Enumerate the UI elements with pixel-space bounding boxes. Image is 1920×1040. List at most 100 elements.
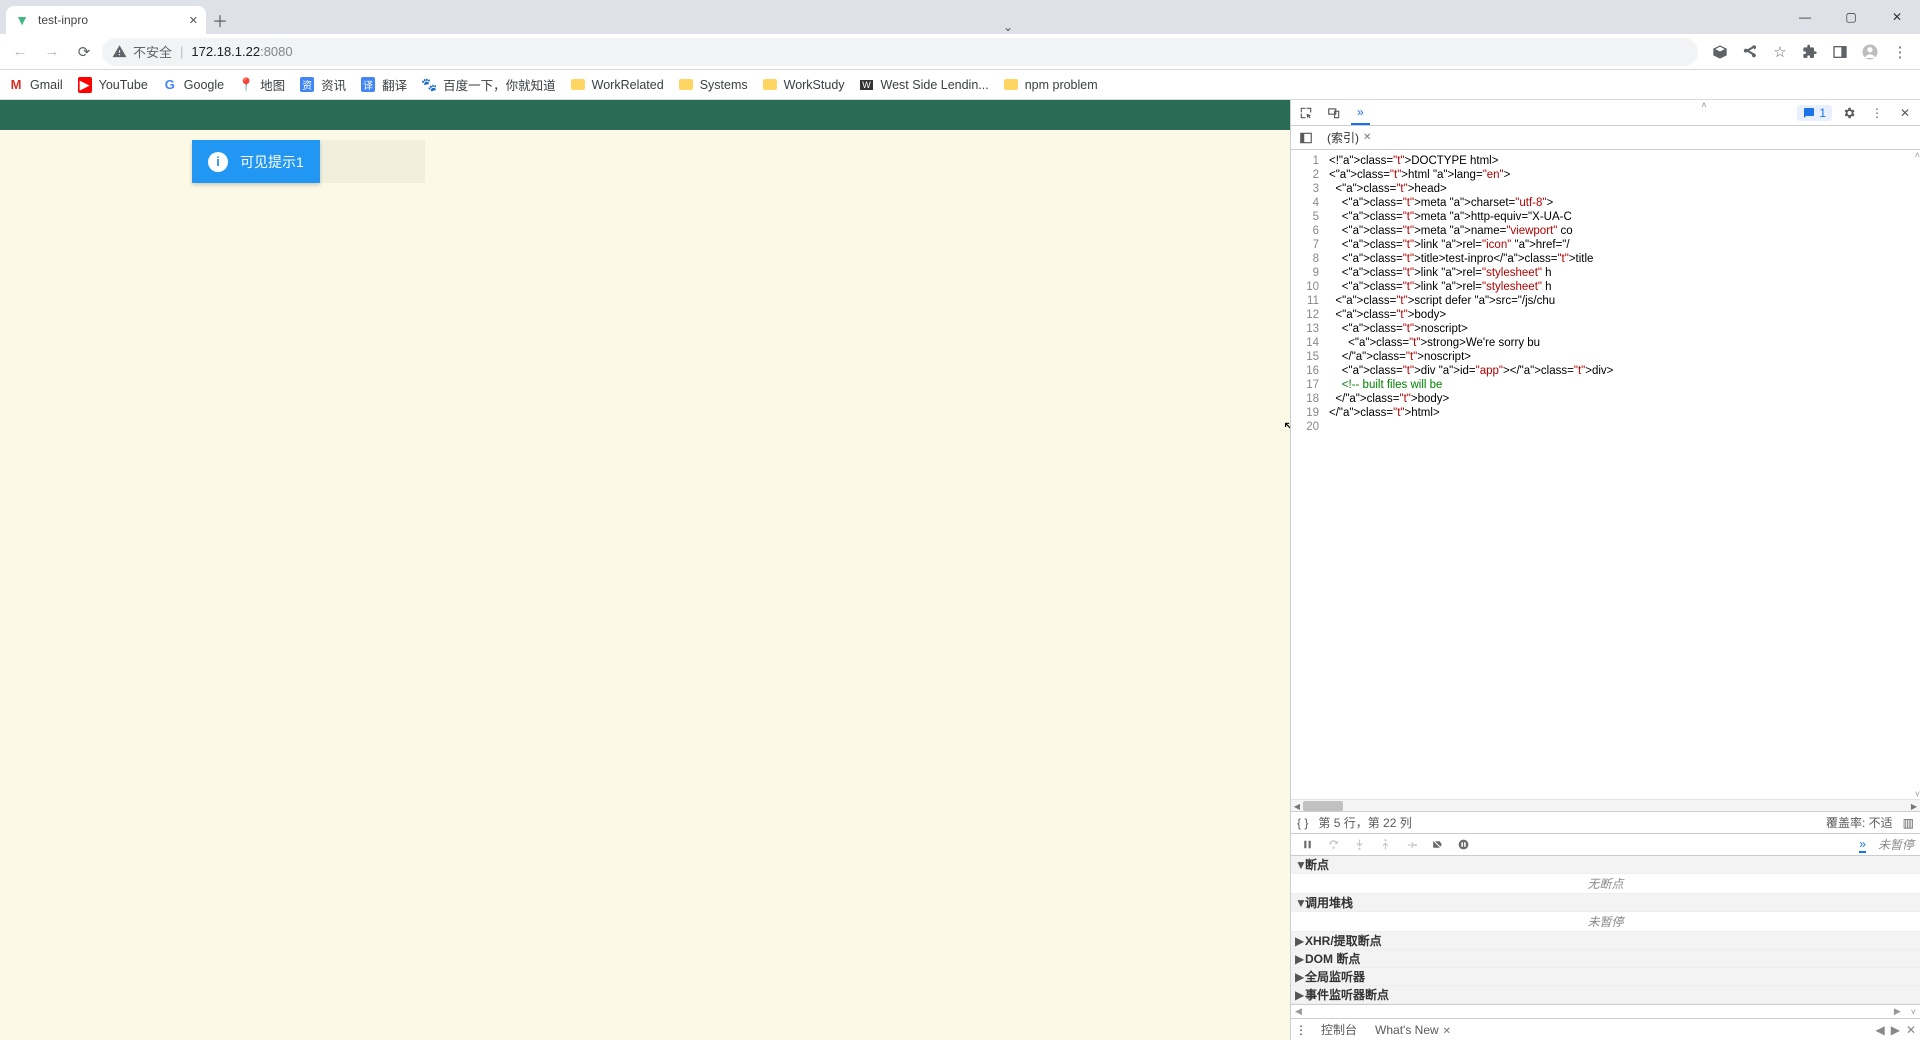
pane-global[interactable]: ▶全局监听器	[1291, 968, 1920, 986]
source-tab-index[interactable]: (索引) ✕	[1323, 127, 1375, 148]
bookmark-item[interactable]: 译翻译	[360, 75, 407, 94]
close-tab-icon[interactable]: ✕	[189, 14, 198, 27]
bookmark-item[interactable]: WWest Side Lendin...	[859, 77, 989, 93]
debugger-toolbar: » 未暂停	[1291, 833, 1920, 855]
translate-button[interactable]	[1706, 38, 1734, 66]
close-source-tab-icon[interactable]: ✕	[1363, 132, 1371, 143]
bookmark-item[interactable]: Systems	[678, 77, 748, 93]
reload-button[interactable]: ⟳	[70, 38, 98, 66]
info-alert[interactable]: i 可见提示1	[192, 140, 320, 183]
ws-icon: W	[859, 77, 875, 93]
navigator-toggle-button[interactable]	[1295, 127, 1317, 149]
coverage-toggle-icon[interactable]: ▥	[1903, 816, 1914, 830]
drawer-prev-icon[interactable]: ◀	[1875, 1023, 1884, 1037]
bookmark-label: 地图	[260, 75, 285, 94]
pane-callstack[interactable]: ▼调用堆栈	[1291, 894, 1920, 912]
bookmark-item[interactable]: npm problem	[1003, 77, 1098, 93]
page-content: i 可见提示1 ↖	[0, 100, 1290, 1040]
bookmark-star-button[interactable]: ☆	[1766, 38, 1794, 66]
editor-hscrollbar[interactable]: ◀ ▶	[1291, 799, 1920, 811]
devtools-menu-button[interactable]: ⋮	[1866, 102, 1888, 124]
drawer-tab-whatsnew[interactable]: What's New✕	[1371, 1023, 1455, 1037]
scrollbar-thumb[interactable]	[1303, 801, 1343, 811]
scroll-right-icon[interactable]: ▶	[1908, 800, 1920, 812]
profile-button[interactable]	[1856, 38, 1884, 66]
more-tabs-button[interactable]: »	[1351, 100, 1370, 125]
folder-icon	[678, 77, 694, 93]
tab-title: test-inpro	[38, 13, 181, 27]
triangle-down-icon: ▼	[1295, 896, 1305, 910]
inspect-element-button[interactable]	[1295, 102, 1317, 124]
extensions-button[interactable]	[1796, 38, 1824, 66]
drawer-next-icon[interactable]: ▶	[1891, 1023, 1900, 1037]
bookmark-item[interactable]: 🐾百度一下，你就知道	[421, 75, 556, 94]
devtools-settings-button[interactable]	[1838, 102, 1860, 124]
not-secure-badge[interactable]: 不安全	[112, 42, 172, 61]
bookmark-label: 资讯	[321, 75, 346, 94]
source-editor[interactable]: 1234567891011121314151617181920 <!"a">cl…	[1291, 150, 1920, 799]
browser-tab[interactable]: ▼ test-inpro ✕	[6, 6, 206, 34]
bookmark-label: WorkRelated	[592, 78, 664, 92]
close-drawer-tab-icon[interactable]: ✕	[1443, 1026, 1451, 1037]
scroll-down-icon[interactable]: ˅	[1911, 1007, 1916, 1017]
scroll-left-icon[interactable]: ◀	[1291, 800, 1303, 812]
omnibox[interactable]: 不安全 | 172.18.1.22:8080	[102, 38, 1698, 66]
source-tab-label: (索引)	[1327, 129, 1359, 146]
bookmark-item[interactable]: M Gmail	[8, 77, 63, 93]
pause-button[interactable]	[1297, 838, 1317, 851]
cursor-position: 第 5 行，第 22 列	[1318, 814, 1411, 831]
devtools-close-button[interactable]: ✕	[1894, 102, 1916, 124]
nav-back-button[interactable]: ←	[6, 38, 34, 66]
pane-breakpoints[interactable]: ▼断点	[1291, 856, 1920, 874]
bookmark-item[interactable]: GGoogle	[162, 77, 224, 93]
warning-icon	[112, 44, 127, 59]
step-over-button[interactable]	[1323, 838, 1343, 851]
step-out-button[interactable]	[1375, 838, 1395, 851]
gmail-icon: M	[8, 77, 24, 93]
bookmark-item[interactable]: ▶YouTube	[77, 77, 148, 93]
bookmark-label: WorkStudy	[784, 78, 845, 92]
devtools-drawer: ⋮ 控制台 What's New✕ ◀ ▶ ✕	[1291, 1018, 1920, 1040]
bookmark-item[interactable]: 📍地图	[238, 75, 285, 94]
alert-text: 可见提示1	[240, 152, 304, 172]
pretty-print-button[interactable]: { }	[1297, 816, 1308, 830]
debugger-status: 未暂停	[1878, 836, 1914, 853]
scroll-left-icon[interactable]: ◀	[1295, 1006, 1302, 1017]
side-panel-button[interactable]	[1826, 38, 1854, 66]
address-bar: ← → ⟳ 不安全 | 172.18.1.22:8080 ☆ ⋮	[0, 34, 1920, 70]
pane-xhr[interactable]: ▶XHR/提取断点	[1291, 932, 1920, 950]
bookmark-item[interactable]: WorkStudy	[762, 77, 845, 93]
device-toolbar-button[interactable]	[1323, 102, 1345, 124]
scroll-right-icon[interactable]: ▶	[1894, 1006, 1901, 1017]
bookmark-label: Google	[184, 78, 224, 92]
tab-search-button[interactable]: ⌄	[993, 20, 1023, 34]
debugger-more-button[interactable]: »	[1859, 837, 1866, 853]
source-code[interactable]: <!"a">class="t">DOCTYPE html><"a">class=…	[1325, 150, 1920, 799]
pause-exceptions-button[interactable]	[1453, 838, 1473, 851]
minimize-button[interactable]: ―	[1782, 0, 1828, 34]
pane-event[interactable]: ▶事件监听器断点	[1291, 986, 1920, 1004]
issues-badge[interactable]: 1	[1797, 105, 1832, 121]
chrome-menu-button[interactable]: ⋮	[1886, 38, 1914, 66]
share-button[interactable]	[1736, 38, 1764, 66]
triangle-right-icon: ▶	[1295, 970, 1305, 984]
bookmark-label: Gmail	[30, 78, 63, 92]
new-tab-button[interactable]: ＋	[206, 6, 234, 34]
deactivate-breakpoints-button[interactable]	[1427, 838, 1447, 851]
coverage-status: 覆盖率: 不适	[1826, 814, 1893, 831]
browser-tabstrip: ▼ test-inpro ✕ ＋ ⌄ ― ▢ ✕	[0, 0, 1920, 34]
issue-count: 1	[1819, 106, 1826, 120]
bookmark-label: 翻译	[382, 75, 407, 94]
drawer-menu-button[interactable]: ⋮	[1295, 1023, 1307, 1037]
step-into-button[interactable]	[1349, 838, 1369, 851]
pane-dom[interactable]: ▶DOM 断点	[1291, 950, 1920, 968]
close-window-button[interactable]: ✕	[1874, 0, 1920, 34]
bookmark-item[interactable]: WorkRelated	[570, 77, 664, 93]
bookmark-item[interactable]: 资资讯	[299, 75, 346, 94]
step-button[interactable]	[1401, 838, 1421, 851]
drawer-close-icon[interactable]: ✕	[1906, 1023, 1916, 1037]
maximize-button[interactable]: ▢	[1828, 0, 1874, 34]
pane-scrollbar[interactable]: ◀ ▶ ˅	[1291, 1004, 1920, 1018]
nav-forward-button[interactable]: →	[38, 38, 66, 66]
drawer-tab-console[interactable]: 控制台	[1317, 1021, 1361, 1038]
